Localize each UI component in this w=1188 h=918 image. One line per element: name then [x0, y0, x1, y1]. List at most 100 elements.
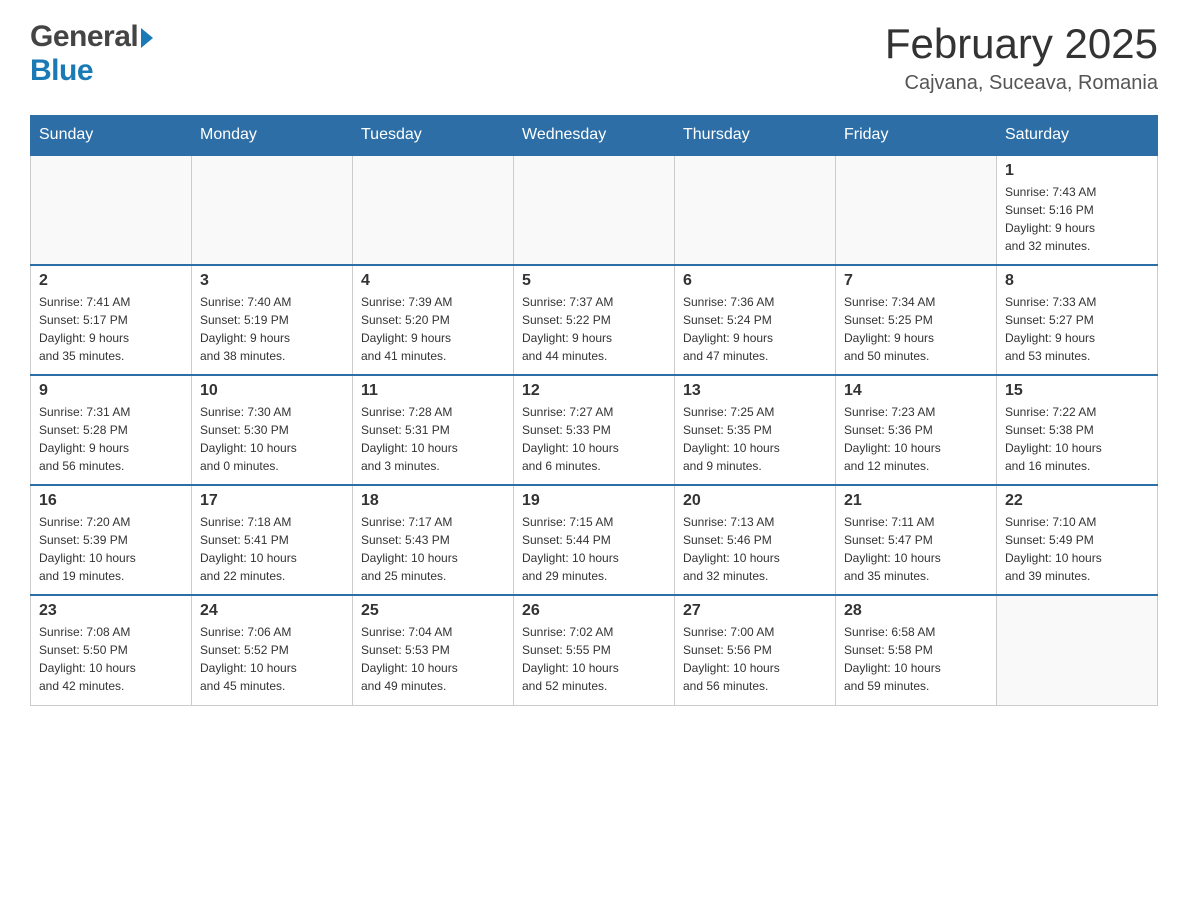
logo: General Blue — [30, 20, 153, 88]
day-of-week-header: Friday — [836, 116, 997, 156]
day-info: Sunrise: 6:58 AM Sunset: 5:58 PM Dayligh… — [844, 623, 988, 695]
logo-blue-text: Blue — [30, 54, 93, 88]
calendar-week-row: 2 Sunrise: 7:41 AM Sunset: 5:17 PM Daylig… — [31, 265, 1158, 375]
day-number: 22 — [1005, 492, 1149, 510]
day-info: Sunrise: 7:30 AM Sunset: 5:30 PM Dayligh… — [200, 403, 344, 475]
calendar-day-cell: 14Sunrise: 7:23 AM Sunset: 5:36 PM Dayli… — [836, 375, 997, 485]
day-info: Sunrise: 7:04 AM Sunset: 5:53 PM Dayligh… — [361, 623, 505, 695]
day-info: Sunrise: 7:11 AM Sunset: 5:47 PM Dayligh… — [844, 513, 988, 585]
calendar-day-cell: 4 Sunrise: 7:39 AM Sunset: 5:20 PM Daylig… — [353, 265, 514, 375]
calendar-week-row: 23 Sunrise: 7:08 AM Sunset: 5:50 PM Dayli… — [31, 595, 1158, 705]
calendar-day-cell — [192, 155, 353, 265]
day-info: Sunrise: 7:18 AM Sunset: 5:41 PM Dayligh… — [200, 513, 344, 585]
calendar-day-cell: 3 Sunrise: 7:40 AM Sunset: 5:19 PM Daylig… — [192, 265, 353, 375]
calendar-day-cell — [836, 155, 997, 265]
logo-general-text: General — [30, 20, 138, 54]
calendar-day-cell: 23 Sunrise: 7:08 AM Sunset: 5:50 PM Dayli… — [31, 595, 192, 705]
day-number: 27 — [683, 602, 827, 620]
day-number: 16 — [39, 492, 183, 510]
month-title: February 2025 — [885, 20, 1158, 68]
calendar-day-cell: 13 Sunrise: 7:25 AM Sunset: 5:35 PM Dayli… — [675, 375, 836, 485]
calendar-day-cell: 1Sunrise: 7:43 AM Sunset: 5:16 PM Daylig… — [997, 155, 1158, 265]
day-number: 15 — [1005, 382, 1149, 400]
day-of-week-header: Sunday — [31, 116, 192, 156]
day-number: 11 — [361, 382, 505, 400]
calendar-day-cell: 2 Sunrise: 7:41 AM Sunset: 5:17 PM Daylig… — [31, 265, 192, 375]
calendar-day-cell: 6 Sunrise: 7:36 AM Sunset: 5:24 PM Daylig… — [675, 265, 836, 375]
calendar-week-row: 1Sunrise: 7:43 AM Sunset: 5:16 PM Daylig… — [31, 155, 1158, 265]
calendar-day-cell: 16 Sunrise: 7:20 AM Sunset: 5:39 PM Dayli… — [31, 485, 192, 595]
day-number: 21 — [844, 492, 988, 510]
day-info: Sunrise: 7:37 AM Sunset: 5:22 PM Dayligh… — [522, 293, 666, 365]
day-number: 10 — [200, 382, 344, 400]
day-number: 3 — [200, 272, 344, 290]
calendar-day-cell — [675, 155, 836, 265]
day-number: 19 — [522, 492, 666, 510]
day-number: 8 — [1005, 272, 1149, 290]
calendar-day-cell: 26 Sunrise: 7:02 AM Sunset: 5:55 PM Dayli… — [514, 595, 675, 705]
day-number: 13 — [683, 382, 827, 400]
day-number: 28 — [844, 602, 988, 620]
calendar-day-cell: 22 Sunrise: 7:10 AM Sunset: 5:49 PM Dayli… — [997, 485, 1158, 595]
day-number: 4 — [361, 272, 505, 290]
day-info: Sunrise: 7:06 AM Sunset: 5:52 PM Dayligh… — [200, 623, 344, 695]
day-info: Sunrise: 7:25 AM Sunset: 5:35 PM Dayligh… — [683, 403, 827, 475]
calendar-day-cell: 25Sunrise: 7:04 AM Sunset: 5:53 PM Dayli… — [353, 595, 514, 705]
day-of-week-header: Monday — [192, 116, 353, 156]
day-number: 2 — [39, 272, 183, 290]
day-info: Sunrise: 7:40 AM Sunset: 5:19 PM Dayligh… — [200, 293, 344, 365]
day-number: 9 — [39, 382, 183, 400]
day-number: 24 — [200, 602, 344, 620]
day-info: Sunrise: 7:10 AM Sunset: 5:49 PM Dayligh… — [1005, 513, 1149, 585]
day-number: 14 — [844, 382, 988, 400]
page-header: General Blue February 2025 Cajvana, Suce… — [30, 20, 1158, 95]
day-info: Sunrise: 7:00 AM Sunset: 5:56 PM Dayligh… — [683, 623, 827, 695]
calendar-day-cell — [514, 155, 675, 265]
day-number: 18 — [361, 492, 505, 510]
calendar-day-cell: 8 Sunrise: 7:33 AM Sunset: 5:27 PM Daylig… — [997, 265, 1158, 375]
day-info: Sunrise: 7:17 AM Sunset: 5:43 PM Dayligh… — [361, 513, 505, 585]
day-info: Sunrise: 7:39 AM Sunset: 5:20 PM Dayligh… — [361, 293, 505, 365]
day-info: Sunrise: 7:27 AM Sunset: 5:33 PM Dayligh… — [522, 403, 666, 475]
day-number: 23 — [39, 602, 183, 620]
day-number: 17 — [200, 492, 344, 510]
calendar-header-row: SundayMondayTuesdayWednesdayThursdayFrid… — [31, 116, 1158, 156]
calendar-table: SundayMondayTuesdayWednesdayThursdayFrid… — [30, 115, 1158, 706]
day-info: Sunrise: 7:36 AM Sunset: 5:24 PM Dayligh… — [683, 293, 827, 365]
day-info: Sunrise: 7:41 AM Sunset: 5:17 PM Dayligh… — [39, 293, 183, 365]
title-section: February 2025 Cajvana, Suceava, Romania — [885, 20, 1158, 95]
day-info: Sunrise: 7:31 AM Sunset: 5:28 PM Dayligh… — [39, 403, 183, 475]
day-of-week-header: Thursday — [675, 116, 836, 156]
calendar-day-cell — [353, 155, 514, 265]
day-number: 6 — [683, 272, 827, 290]
day-number: 26 — [522, 602, 666, 620]
calendar-day-cell: 12 Sunrise: 7:27 AM Sunset: 5:33 PM Dayli… — [514, 375, 675, 485]
location-title: Cajvana, Suceava, Romania — [885, 72, 1158, 95]
calendar-day-cell: 20Sunrise: 7:13 AM Sunset: 5:46 PM Dayli… — [675, 485, 836, 595]
calendar-day-cell: 5 Sunrise: 7:37 AM Sunset: 5:22 PM Daylig… — [514, 265, 675, 375]
calendar-day-cell — [997, 595, 1158, 705]
calendar-day-cell: 18 Sunrise: 7:17 AM Sunset: 5:43 PM Dayli… — [353, 485, 514, 595]
calendar-day-cell: 27 Sunrise: 7:00 AM Sunset: 5:56 PM Dayli… — [675, 595, 836, 705]
day-number: 5 — [522, 272, 666, 290]
calendar-day-cell: 11Sunrise: 7:28 AM Sunset: 5:31 PM Dayli… — [353, 375, 514, 485]
day-of-week-header: Saturday — [997, 116, 1158, 156]
day-info: Sunrise: 7:33 AM Sunset: 5:27 PM Dayligh… — [1005, 293, 1149, 365]
calendar-day-cell: 15 Sunrise: 7:22 AM Sunset: 5:38 PM Dayli… — [997, 375, 1158, 485]
calendar-day-cell — [31, 155, 192, 265]
day-of-week-header: Tuesday — [353, 116, 514, 156]
logo-arrow-icon — [141, 28, 153, 48]
day-info: Sunrise: 7:43 AM Sunset: 5:16 PM Dayligh… — [1005, 183, 1149, 255]
day-info: Sunrise: 7:15 AM Sunset: 5:44 PM Dayligh… — [522, 513, 666, 585]
day-number: 7 — [844, 272, 988, 290]
day-info: Sunrise: 7:08 AM Sunset: 5:50 PM Dayligh… — [39, 623, 183, 695]
calendar-day-cell: 7 Sunrise: 7:34 AM Sunset: 5:25 PM Daylig… — [836, 265, 997, 375]
calendar-week-row: 9 Sunrise: 7:31 AM Sunset: 5:28 PM Daylig… — [31, 375, 1158, 485]
day-info: Sunrise: 7:02 AM Sunset: 5:55 PM Dayligh… — [522, 623, 666, 695]
day-info: Sunrise: 7:20 AM Sunset: 5:39 PM Dayligh… — [39, 513, 183, 585]
day-number: 12 — [522, 382, 666, 400]
calendar-day-cell: 19 Sunrise: 7:15 AM Sunset: 5:44 PM Dayli… — [514, 485, 675, 595]
calendar-day-cell: 9 Sunrise: 7:31 AM Sunset: 5:28 PM Daylig… — [31, 375, 192, 485]
day-info: Sunrise: 7:22 AM Sunset: 5:38 PM Dayligh… — [1005, 403, 1149, 475]
day-info: Sunrise: 7:34 AM Sunset: 5:25 PM Dayligh… — [844, 293, 988, 365]
